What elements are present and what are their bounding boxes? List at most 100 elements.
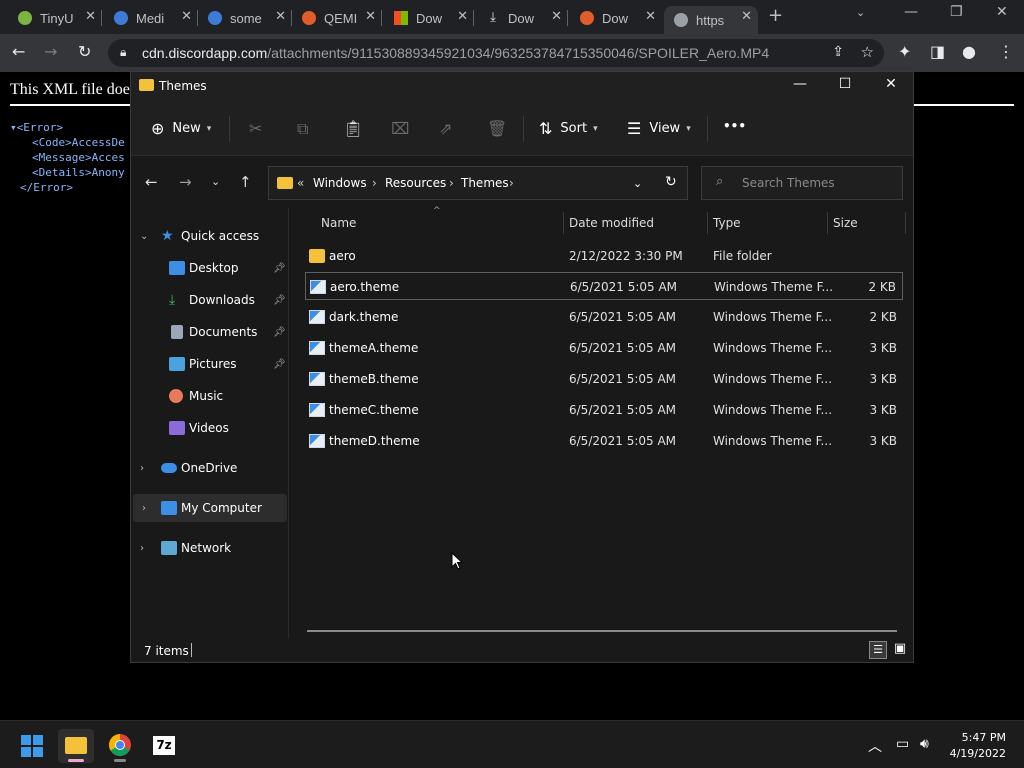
nav-item-network[interactable]: › Network: [131, 534, 287, 562]
column-divider[interactable]: [905, 212, 906, 234]
back-arrow-icon[interactable]: ←: [145, 173, 158, 191]
xml-line[interactable]: ▾<Error>: [10, 120, 125, 135]
table-row[interactable]: aero 2/12/2022 3:30 PM File folder: [305, 242, 903, 270]
breadcrumb-separator-icon[interactable]: ›: [372, 176, 377, 190]
browser-tab-3[interactable]: QEMI ✕: [292, 6, 382, 30]
table-row[interactable]: dark.theme 6/5/2021 5:05 AM Windows Them…: [305, 303, 903, 331]
restore-icon[interactable]: ❐: [950, 4, 963, 20]
address-breadcrumb-bar[interactable]: « Windows › Resources › Themes › ⌄ ↻: [268, 166, 688, 200]
maximize-icon[interactable]: ☐: [830, 76, 860, 92]
table-row[interactable]: themeD.theme 6/5/2021 5:05 AM Windows Th…: [305, 427, 903, 455]
tab-close-icon[interactable]: ✕: [645, 9, 656, 24]
close-icon[interactable]: ✕: [996, 4, 1008, 20]
table-row[interactable]: themeC.theme 6/5/2021 5:05 AM Windows Th…: [305, 396, 903, 424]
nav-item-downloads[interactable]: ⤓ Downloads 📌︎: [131, 286, 287, 314]
nav-item-videos[interactable]: Videos: [131, 414, 287, 442]
profile-avatar-icon[interactable]: ●: [962, 42, 976, 61]
delete-icon[interactable]: 🗑︎: [487, 119, 507, 138]
column-divider[interactable]: [827, 212, 828, 234]
column-date-modified[interactable]: Date modified: [569, 216, 654, 230]
taskbar-clock[interactable]: 5:47 PM 4/19/2022: [950, 730, 1006, 762]
pin-icon[interactable]: 📌︎: [273, 263, 286, 274]
details-view-icon[interactable]: ☰: [869, 641, 887, 659]
browser-tab-5[interactable]: ⤓ Dow ✕: [476, 6, 568, 30]
minimize-icon[interactable]: —: [904, 4, 918, 20]
recent-locations-chevron-icon[interactable]: ⌄: [211, 175, 220, 188]
pin-icon[interactable]: 📌︎: [273, 327, 286, 338]
expand-chevron-icon[interactable]: ›: [140, 543, 144, 554]
nav-item-quick-access[interactable]: ⌄ ★ Quick access: [131, 222, 287, 250]
overflow-chevron-icon[interactable]: «: [297, 176, 304, 190]
horizontal-scrollbar[interactable]: [307, 630, 897, 632]
pin-icon[interactable]: 📌︎: [273, 295, 286, 306]
column-divider[interactable]: [563, 212, 564, 234]
tiles-view-icon[interactable]: ▣: [891, 641, 909, 659]
7zip-taskbar-button[interactable]: 7z: [146, 729, 182, 763]
share-icon[interactable]: ⇪: [832, 44, 844, 60]
new-button[interactable]: ⊕ New ▾: [151, 119, 211, 138]
pin-icon[interactable]: 📌︎: [273, 359, 286, 370]
browser-tab-0[interactable]: TinyU ✕: [8, 6, 102, 30]
search-box[interactable]: ⌕ Search Themes: [701, 166, 903, 200]
view-button[interactable]: ☰ View ▾: [627, 119, 691, 138]
close-icon[interactable]: ✕: [876, 76, 906, 92]
reload-icon[interactable]: ↻: [78, 42, 91, 61]
breadcrumb-separator-icon[interactable]: ›: [449, 176, 454, 190]
see-more-button[interactable]: •••: [723, 119, 746, 133]
nav-item-documents[interactable]: Documents 📌︎: [131, 318, 287, 346]
file-explorer-taskbar-button[interactable]: [58, 729, 94, 763]
column-type[interactable]: Type: [713, 216, 741, 230]
tab-close-icon[interactable]: ✕: [275, 9, 286, 24]
paste-icon[interactable]: 📋︎: [343, 119, 363, 138]
expand-chevron-icon[interactable]: ⌄: [140, 231, 148, 242]
expand-chevron-icon[interactable]: ›: [140, 463, 144, 474]
back-arrow-icon[interactable]: ←: [12, 42, 25, 61]
table-row[interactable]: themeB.theme 6/5/2021 5:05 AM Windows Th…: [305, 365, 903, 393]
forward-arrow-icon[interactable]: →: [179, 173, 192, 191]
nav-item-music[interactable]: Music: [131, 382, 287, 410]
tab-close-icon[interactable]: ✕: [457, 9, 468, 24]
expand-chevron-icon[interactable]: ›: [142, 503, 146, 514]
forward-arrow-icon[interactable]: →: [44, 42, 57, 61]
tab-close-icon[interactable]: ✕: [85, 9, 96, 24]
tab-close-icon[interactable]: ✕: [741, 9, 752, 24]
browser-tab-7-active[interactable]: https ✕: [664, 6, 758, 34]
share-icon[interactable]: ⇗: [439, 119, 452, 138]
extensions-puzzle-icon[interactable]: ✦: [898, 42, 911, 61]
table-row[interactable]: aero.theme 6/5/2021 5:05 AM Windows Them…: [305, 272, 903, 300]
nav-item-onedrive[interactable]: › OneDrive: [131, 454, 287, 482]
bookmark-star-icon[interactable]: ☆: [861, 43, 874, 61]
tab-close-icon[interactable]: ✕: [551, 9, 562, 24]
nav-item-pictures[interactable]: Pictures 📌︎: [131, 350, 287, 378]
show-hidden-icons-chevron-icon[interactable]: ︿: [868, 736, 882, 756]
column-name[interactable]: Name: [321, 216, 356, 230]
breadcrumb-item[interactable]: Resources: [385, 176, 446, 190]
browser-tab-4[interactable]: Dow ✕: [384, 6, 474, 30]
table-row[interactable]: themeA.theme 6/5/2021 5:05 AM Windows Th…: [305, 334, 903, 362]
start-button[interactable]: [14, 729, 50, 763]
copy-icon[interactable]: ⧉: [297, 119, 308, 139]
refresh-icon[interactable]: ↻: [665, 174, 677, 190]
cut-icon[interactable]: ✂: [249, 119, 262, 138]
breadcrumb-item[interactable]: Windows: [313, 176, 367, 190]
address-bar[interactable]: 🔒︎ cdn.discordapp.com/attachments/911530…: [108, 39, 884, 67]
column-divider[interactable]: [707, 212, 708, 234]
nav-item-desktop[interactable]: Desktop 📌︎: [131, 254, 287, 282]
chrome-taskbar-button[interactable]: [102, 729, 138, 763]
minimize-icon[interactable]: —: [785, 76, 815, 92]
explorer-title-bar[interactable]: Themes — ☐ ✕: [131, 72, 913, 102]
rename-icon[interactable]: ⌧: [391, 119, 409, 138]
tab-search-chevron-icon[interactable]: ⌄: [856, 6, 865, 19]
browser-tab-2[interactable]: some ✕: [198, 6, 292, 30]
chevron-down-icon[interactable]: ⌄: [633, 177, 642, 190]
network-monitor-icon[interactable]: ▭: [896, 736, 909, 752]
nav-item-my-computer[interactable]: › My Computer: [133, 494, 287, 522]
sort-button[interactable]: ⇅ Sort ▾: [539, 119, 598, 138]
tab-close-icon[interactable]: ✕: [181, 9, 192, 24]
breadcrumb-item[interactable]: Themes: [461, 176, 509, 190]
up-arrow-icon[interactable]: ↑: [239, 173, 252, 191]
side-panel-icon[interactable]: ◨: [930, 42, 945, 61]
collapse-triangle-icon[interactable]: ▾: [10, 121, 17, 134]
breadcrumb-separator-icon[interactable]: ›: [509, 176, 514, 190]
tab-close-icon[interactable]: ✕: [365, 9, 376, 24]
